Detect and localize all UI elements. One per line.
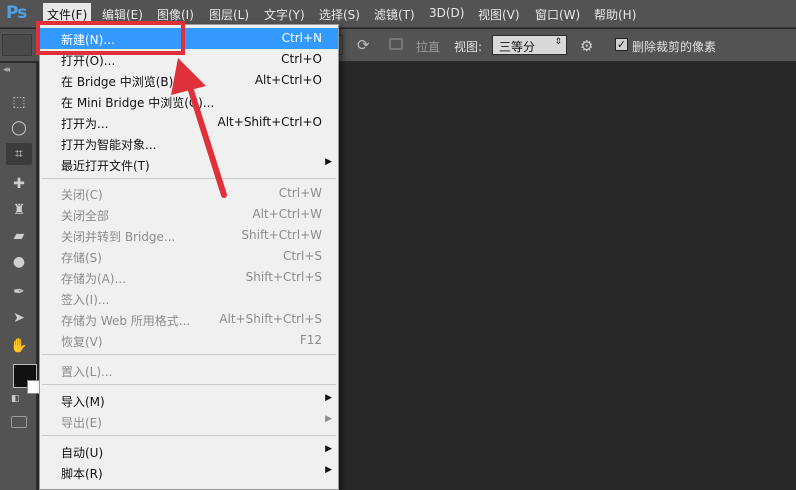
pointer-arrow-icon	[171, 58, 227, 198]
